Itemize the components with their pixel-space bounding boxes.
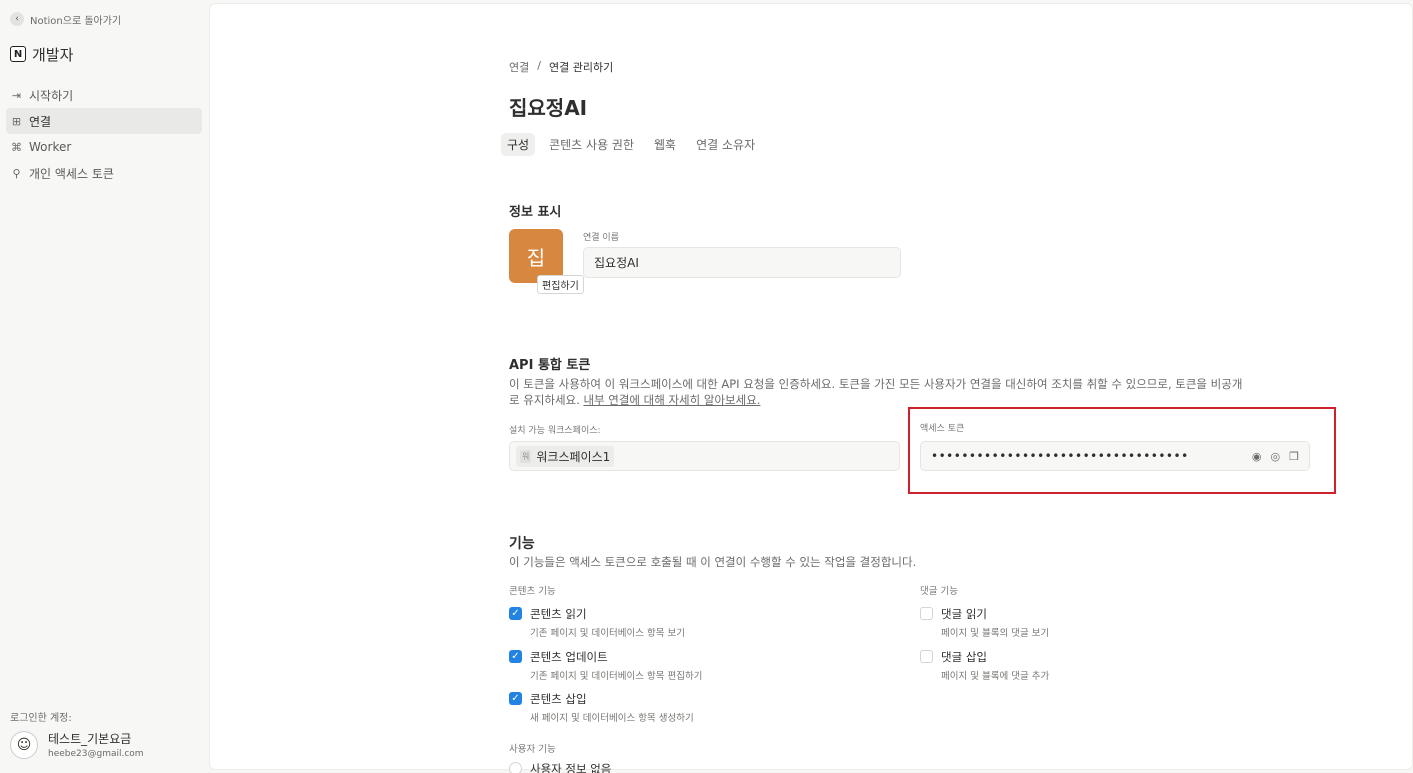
capability-desc: 페이지 및 블록의 댓글 보기: [941, 628, 1050, 639]
api-description: 이 토큰을 사용하여 이 워크스페이스에 대한 API 요청을 인증하세요. 토…: [509, 376, 1349, 408]
capability-title: 콘텐츠 업데이트: [530, 650, 608, 664]
breadcrumb-current: 연결 관리하기: [548, 61, 614, 74]
eye-icon[interactable]: ◉: [1252, 450, 1262, 463]
breadcrumb-parent[interactable]: 연결: [509, 59, 529, 75]
breadcrumb-separator: /: [537, 59, 541, 72]
info-section-title: 정보 표시: [509, 205, 562, 220]
edit-icon-button[interactable]: 편집하기: [537, 275, 584, 294]
sidebar-item-label: 시작하기: [29, 88, 74, 103]
copy-icon[interactable]: ❐: [1289, 450, 1299, 463]
comment-capabilities-label: 댓글 기능: [920, 586, 958, 597]
avatar: ☺: [10, 730, 38, 759]
api-description-line2: 로 유지하세요. 내부 연결에 대해 자세히 알아보세요.: [509, 392, 1349, 408]
access-token-masked: ••••••••••••••••••••••••••••••••••: [931, 449, 1189, 463]
capability-insert-comments[interactable]: 댓글 삽입 페이지 및 블록에 댓글 추가: [920, 649, 1049, 682]
breadcrumb: 연결 / 연결 관리하기: [509, 59, 613, 75]
sidebar-item-label: 개인 액세스 토큰: [29, 166, 114, 181]
workspace-field: 워 워크스페이스1: [509, 441, 900, 471]
capability-desc: 기존 페이지 및 데이터베이스 항목 편집하기: [530, 671, 703, 682]
capabilities-section-title: 기능: [509, 536, 535, 552]
sidebar-nav: ⇥ 시작하기 ⊞ 연결 ⌘ Worker ⚲ 개인 액세스 토큰: [6, 82, 202, 186]
workspace-badge: 워: [520, 449, 532, 463]
capability-read-comments[interactable]: 댓글 읽기 페이지 및 블록의 댓글 보기: [920, 606, 1049, 639]
checkbox-unchecked-icon[interactable]: [920, 650, 933, 663]
tab-connection-owner[interactable]: 연결 소유자: [690, 133, 761, 156]
capability-no-user-info[interactable]: 사용자 정보 없음: [509, 761, 611, 773]
radio-icon[interactable]: [509, 762, 522, 773]
back-link-label: Notion으로 돌아가기: [30, 15, 122, 27]
capability-read-content[interactable]: ✓ 콘텐츠 읽기 기존 페이지 및 데이터베이스 항목 보기: [509, 606, 685, 639]
tab-bar: 구성 콘텐츠 사용 권한 웹훅 연결 소유자: [501, 133, 761, 156]
arrow-in-box-icon: ⇥: [11, 88, 22, 102]
internal-connection-learn-more-link[interactable]: 내부 연결에 대해 자세히 알아보세요.: [583, 393, 760, 407]
capability-desc: 기존 페이지 및 데이터베이스 항목 보기: [530, 628, 685, 639]
api-description-line2-text: 로 유지하세요.: [509, 393, 584, 407]
content-capabilities-label: 콘텐츠 기능: [509, 586, 556, 597]
token-actions: ◉ ◎ ❐: [1252, 450, 1299, 463]
sidebar-item-label: Worker: [29, 140, 72, 154]
tab-content-permissions[interactable]: 콘텐츠 사용 권한: [543, 133, 640, 156]
capability-title: 사용자 정보 없음: [530, 762, 612, 773]
workspace-label: 설치 가능 워크스페이스:: [509, 426, 601, 436]
access-token-field[interactable]: •••••••••••••••••••••••••••••••••• ◉ ◎ ❐: [920, 441, 1310, 471]
capability-update-content[interactable]: ✓ 콘텐츠 업데이트 기존 페이지 및 데이터베이스 항목 편집하기: [509, 649, 702, 682]
capabilities-description: 이 기능들은 액세스 토큰으로 호출될 때 이 연결이 수행할 수 있는 작업을…: [509, 555, 917, 569]
capability-title: 댓글 삽입: [941, 650, 987, 664]
grid-icon: ⊞: [11, 114, 22, 128]
checkbox-checked-icon[interactable]: ✓: [509, 692, 522, 705]
sidebar-item-personal-access-tokens[interactable]: ⚲ 개인 액세스 토큰: [6, 160, 202, 186]
checkbox-checked-icon[interactable]: ✓: [509, 650, 522, 663]
refresh-icon[interactable]: ◎: [1271, 450, 1281, 463]
tab-webhooks[interactable]: 웹훅: [648, 133, 682, 156]
code-file-icon: ⌘: [11, 140, 22, 154]
capability-title: 댓글 읽기: [941, 607, 987, 621]
capability-desc: 페이지 및 블록에 댓글 추가: [941, 671, 1050, 682]
capability-title: 콘텐츠 삽입: [530, 692, 587, 706]
sidebar-item-connections[interactable]: ⊞ 연결: [6, 108, 202, 134]
capability-desc: 새 페이지 및 데이터베이스 항목 생성하기: [530, 713, 694, 724]
back-to-notion-link[interactable]: ‹ Notion으로 돌아가기: [6, 8, 202, 30]
workspace-name: 워크스페이스1: [536, 449, 611, 464]
user-capabilities-label: 사용자 기능: [509, 744, 556, 755]
account-email: heebe23@gmail.com: [48, 749, 144, 759]
checkbox-checked-icon[interactable]: ✓: [509, 607, 522, 620]
connection-name-input[interactable]: 집요정AI: [583, 247, 901, 278]
api-section-title: API 통합 토큰: [509, 358, 591, 373]
sidebar: ‹ Notion으로 돌아가기 N 개발자 ⇥ 시작하기 ⊞ 연결 ⌘ Work…: [0, 0, 208, 773]
account-switcher[interactable]: ☺ 테스트_기본요금 heebe23@gmail.com: [10, 730, 144, 759]
person-key-icon: ⚲: [12, 166, 21, 180]
capability-title: 콘텐츠 읽기: [530, 607, 587, 621]
sidebar-item-label: 연결: [29, 114, 52, 129]
api-description-line1: 이 토큰을 사용하여 이 워크스페이스에 대한 API 요청을 인증하세요. 토…: [509, 377, 1243, 391]
account-name: 테스트_기본요금: [48, 732, 132, 746]
access-token-label: 액세스 토큰: [920, 424, 965, 434]
connection-name-label: 연결 이름: [583, 233, 619, 243]
sidebar-item-getting-started[interactable]: ⇥ 시작하기: [6, 82, 202, 108]
brand-title: 개발자: [32, 45, 74, 64]
chevron-left-icon: ‹: [10, 12, 24, 26]
tab-configuration[interactable]: 구성: [501, 133, 536, 156]
workspace-chip: 워 워크스페이스1: [516, 445, 615, 467]
capability-insert-content[interactable]: ✓ 콘텐츠 삽입 새 페이지 및 데이터베이스 항목 생성하기: [509, 691, 694, 724]
notion-logo-icon: N: [10, 46, 26, 62]
checkbox-unchecked-icon[interactable]: [920, 607, 933, 620]
main-panel: 연결 / 연결 관리하기 집요정AI 구성 콘텐츠 사용 권한 웹훅 연결 소유…: [209, 3, 1413, 773]
account-label: 로그인한 계정:: [10, 713, 72, 724]
sidebar-item-worker[interactable]: ⌘ Worker: [6, 134, 202, 160]
brand: N 개발자: [6, 30, 202, 74]
page-title: 집요정AI: [509, 96, 588, 120]
